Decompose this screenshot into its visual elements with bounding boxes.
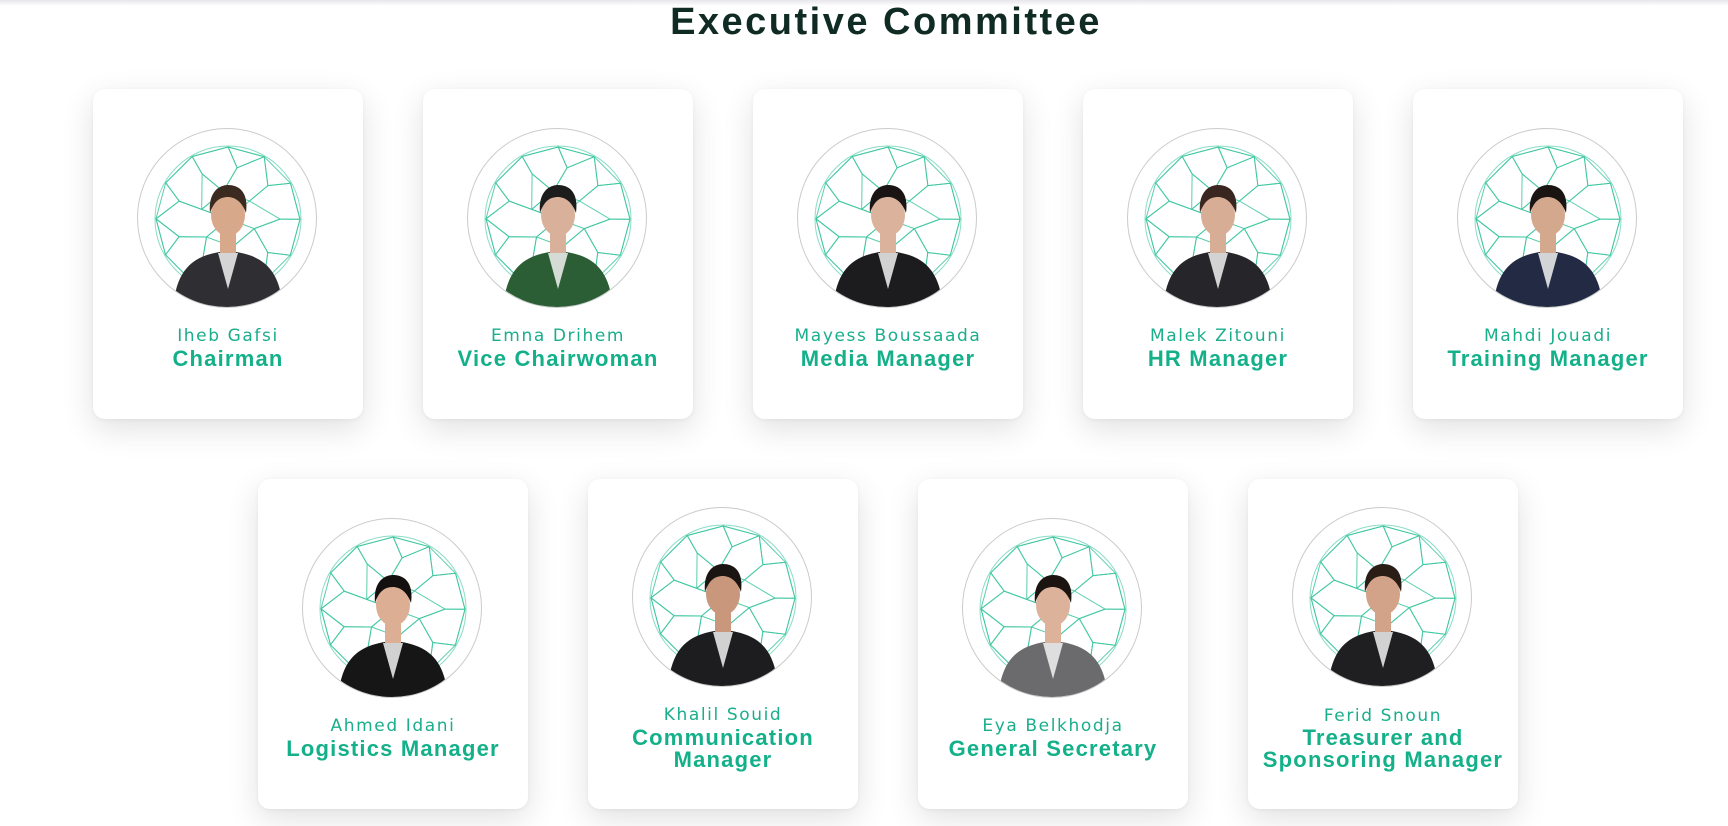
person-silhouette (1328, 564, 1438, 686)
geodesic-sphere-graphic (484, 145, 632, 307)
section-title: Executive Committee (670, 1, 1102, 43)
member-photo (1457, 128, 1637, 308)
member-role: Training Manager (1447, 346, 1649, 371)
geodesic-sphere-graphic (814, 145, 962, 307)
member-name: Ferid Snoun (1323, 706, 1443, 726)
geodesic-sphere-graphic (1144, 145, 1292, 307)
member-card: Ahmed Idani Logistics Manager (258, 479, 528, 809)
geodesic-sphere-graphic (154, 145, 302, 307)
member-name: Iheb Gafsi (177, 326, 279, 346)
person-silhouette (998, 575, 1108, 697)
member-role: HR Manager (1147, 346, 1289, 371)
person-silhouette (833, 185, 943, 307)
person-silhouette (338, 575, 448, 697)
member-role: General Secretary (948, 736, 1158, 761)
member-photo (632, 507, 812, 687)
geodesic-sphere-graphic (319, 535, 467, 697)
member-card: Malek Zitouni HR Manager (1083, 89, 1353, 419)
member-card: Iheb Gafsi Chairman (93, 89, 363, 419)
member-photo (137, 128, 317, 308)
member-card: Khalil Souid Communication Manager (588, 479, 858, 809)
member-name: Eya Belkhodja (982, 716, 1124, 736)
member-card: Mahdi Jouadi Training Manager (1413, 89, 1683, 419)
member-card: Ferid Snoun Treasurer and Sponsoring Man… (1248, 479, 1518, 809)
member-photo (302, 518, 482, 698)
member-name: Malek Zitouni (1149, 326, 1287, 346)
member-name: Mayess Boussaada (794, 326, 982, 346)
member-card: Emna Drihem Vice Chairwoman (423, 89, 693, 419)
member-name: Khalil Souid (663, 705, 783, 725)
person-silhouette (668, 564, 778, 686)
person-silhouette (503, 185, 613, 307)
member-photo (797, 128, 977, 308)
member-photo (467, 128, 647, 308)
geodesic-sphere-graphic (979, 535, 1127, 697)
member-role: Logistics Manager (286, 736, 500, 761)
member-role: Vice Chairwoman (457, 346, 659, 371)
member-photo (1127, 128, 1307, 308)
member-card: Mayess Boussaada Media Manager (753, 89, 1023, 419)
member-card: Eya Belkhodja General Secretary (918, 479, 1188, 809)
person-silhouette (1163, 185, 1273, 307)
member-name: Mahdi Jouadi (1483, 326, 1613, 346)
member-name: Emna Drihem (490, 326, 626, 346)
geodesic-sphere-graphic (1309, 524, 1457, 686)
person-silhouette (1493, 185, 1603, 307)
member-role: Treasurer and Sponsoring Manager (1262, 725, 1504, 772)
member-role: Media Manager (800, 346, 976, 371)
member-photo (1292, 507, 1472, 687)
person-silhouette (173, 185, 283, 307)
member-role: Chairman (172, 346, 284, 371)
geodesic-sphere-graphic (1474, 145, 1622, 307)
member-role: Communication Manager (632, 725, 814, 772)
geodesic-sphere-graphic (649, 524, 797, 686)
member-photo (962, 518, 1142, 698)
member-name: Ahmed Idani (330, 716, 456, 736)
